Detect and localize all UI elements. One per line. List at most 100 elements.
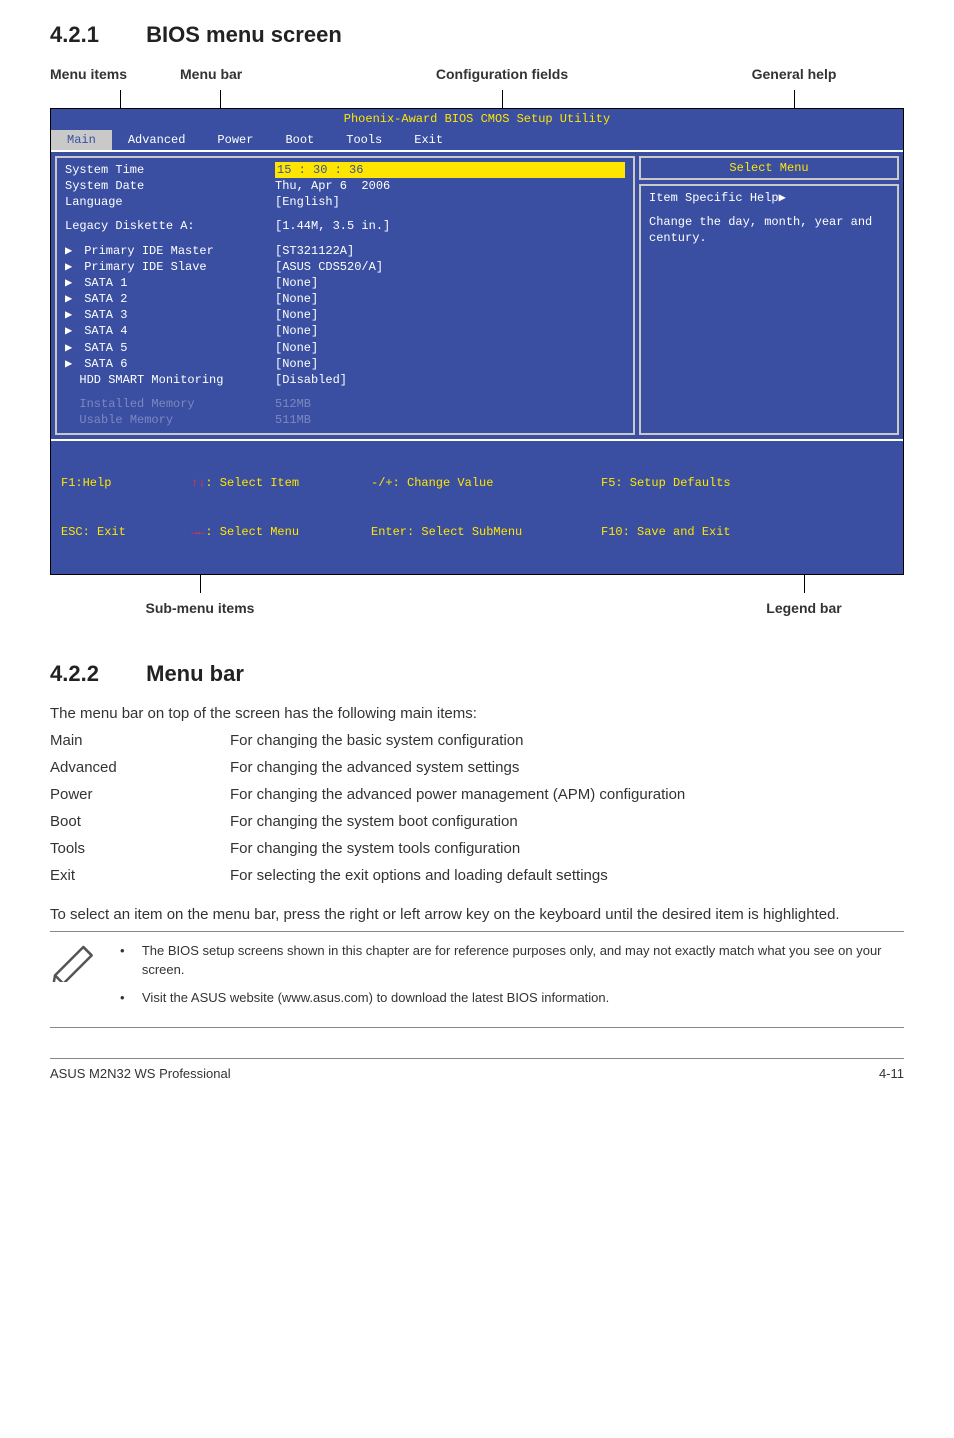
menu-bar-description-table: Main For changing the basic system confi… [50,730,904,886]
row-sata5[interactable]: ▶ SATA 5 [None] [65,340,625,356]
caret-icon: ▶ [65,259,77,275]
label-system-date: System Date [65,178,275,194]
legend-enter-submenu: Enter: Select SubMenu [371,525,522,539]
figure-top-labels: Menu items Menu bar Configuration fields… [50,65,904,109]
row-legacy-diskette[interactable]: Legacy Diskette A: [1.44M, 3.5 in.] [65,218,625,234]
value-pri-master: [ST321122A] [275,243,625,259]
label-config-fields: Configuration fields [320,65,684,109]
caret-icon: ▶ [65,340,77,356]
row-sata4[interactable]: ▶ SATA 4 [None] [65,323,625,339]
menu-bar-intro: The menu bar on top of the screen has th… [50,703,904,724]
row-language[interactable]: Language [English] [65,194,625,210]
up-down-arrow-icon: ↑↓ [191,476,205,490]
value-sata3: [None] [275,307,625,323]
value-usable-memory: 511MB [275,412,625,428]
row-pri-slave[interactable]: ▶ Primary IDE Slave [ASUS CDS520/A] [65,259,625,275]
pencil-icon [50,942,100,988]
desc-val-boot: For changing the system boot configurati… [230,811,904,832]
row-usable-memory: Usable Memory 511MB [65,412,625,428]
row-sata3[interactable]: ▶ SATA 3 [None] [65,307,625,323]
label-pri-master: Primary IDE Master [84,244,214,258]
label-sata1: SATA 1 [84,276,127,290]
caret-icon: ▶ [65,243,77,259]
bios-left-panel: System Time 15 : 30 : 36 System Date Thu… [55,156,635,435]
heading-421-title: BIOS menu screen [146,22,342,47]
label-sub-menu-items: Sub-menu items [50,575,350,619]
row-system-date[interactable]: System Date Thu, Apr 6 2006 [65,178,625,194]
desc-row-exit: Exit For selecting the exit options and … [50,865,904,886]
value-installed-memory: 512MB [275,396,625,412]
desc-label-tools: Tools [50,838,230,859]
legend-f5: F5: Setup Defaults [601,476,731,490]
value-pri-slave: [ASUS CDS520/A] [275,259,625,275]
value-hdd-smart: [Disabled] [275,372,625,388]
caret-icon: ▶ [65,307,77,323]
right-arrow-icon: ▶ [779,191,786,205]
legend-f10: F10: Save and Exit [601,525,731,539]
row-sata6[interactable]: ▶ SATA 6 [None] [65,356,625,372]
desc-row-advanced: Advanced For changing the advanced syste… [50,757,904,778]
tab-power[interactable]: Power [201,130,269,150]
bios-menu-bar: Main Advanced Power Boot Tools Exit [51,130,903,150]
label-general-help: General help [684,65,904,109]
row-system-time[interactable]: System Time 15 : 30 : 36 [65,162,625,178]
row-sata1[interactable]: ▶ SATA 1 [None] [65,275,625,291]
bios-window: Phoenix-Award BIOS CMOS Setup Utility Ma… [50,108,904,575]
bios-item-specific-help-label: Item Specific Help▶ [649,190,889,206]
row-installed-memory: Installed Memory 512MB [65,396,625,412]
desc-val-exit: For selecting the exit options and loadi… [230,865,904,886]
note-item-2: •Visit the ASUS website (www.asus.com) t… [120,989,904,1007]
label-menu-bar: Menu bar [180,65,320,109]
menu-bar-outro: To select an item on the menu bar, press… [50,904,904,925]
desc-label-power: Power [50,784,230,805]
desc-val-tools: For changing the system tools configurat… [230,838,904,859]
value-language: [English] [275,194,625,210]
bios-annotated-figure: Menu items Menu bar Configuration fields… [50,65,904,619]
label-sata2: SATA 2 [84,292,127,306]
tab-exit[interactable]: Exit [398,130,459,150]
caret-icon: ▶ [65,323,77,339]
tab-boot[interactable]: Boot [269,130,330,150]
value-sata6: [None] [275,356,625,372]
label-hdd-smart: HDD SMART Monitoring [79,373,223,387]
label-sata5: SATA 5 [84,341,127,355]
desc-val-power: For changing the advanced power manageme… [230,784,904,805]
heading-422-num: 4.2.2 [50,659,140,690]
legend-esc: ESC: Exit [61,525,126,539]
note-block: •The BIOS setup screens shown in this ch… [50,931,904,1028]
tab-advanced[interactable]: Advanced [112,130,202,150]
caret-icon: ▶ [65,356,77,372]
bios-select-menu-title: Select Menu [639,156,899,180]
legend-f1: F1:Help [61,476,111,490]
note-text-2: Visit the ASUS website (www.asus.com) to… [142,989,609,1007]
footer-right: 4-11 [879,1065,904,1083]
footer-left: ASUS M2N32 WS Professional [50,1065,231,1083]
left-right-arrow-icon: →← [191,525,205,539]
legend-change-value: -/+: Change Value [371,476,493,490]
bios-right-panel: Select Menu Item Specific Help▶ Change t… [639,156,899,435]
tab-main[interactable]: Main [51,130,112,150]
desc-val-advanced: For changing the advanced system setting… [230,757,904,778]
bios-help-text: Change the day, month, year and century. [649,214,889,246]
caret-icon: ▶ [65,275,77,291]
legend-select-menu: : Select Menu [205,525,299,539]
label-language: Language [65,194,275,210]
value-legacy-diskette: [1.44M, 3.5 in.] [275,218,625,234]
label-menu-items: Menu items [50,65,180,109]
desc-label-exit: Exit [50,865,230,886]
value-sata5: [None] [275,340,625,356]
desc-label-main: Main [50,730,230,751]
row-hdd-smart[interactable]: HDD SMART Monitoring [Disabled] [65,372,625,388]
note-item-1: •The BIOS setup screens shown in this ch… [120,942,904,978]
note-text-1: The BIOS setup screens shown in this cha… [142,942,904,978]
heading-421-num: 4.2.1 [50,20,140,51]
legend-select-item: : Select Item [205,476,299,490]
label-usable-memory: Usable Memory [79,413,173,427]
label-system-time: System Time [65,162,275,178]
row-pri-master[interactable]: ▶ Primary IDE Master [ST321122A] [65,243,625,259]
desc-row-main: Main For changing the basic system confi… [50,730,904,751]
row-sata2[interactable]: ▶ SATA 2 [None] [65,291,625,307]
label-sata6: SATA 6 [84,357,127,371]
tab-tools[interactable]: Tools [330,130,398,150]
desc-row-tools: Tools For changing the system tools conf… [50,838,904,859]
